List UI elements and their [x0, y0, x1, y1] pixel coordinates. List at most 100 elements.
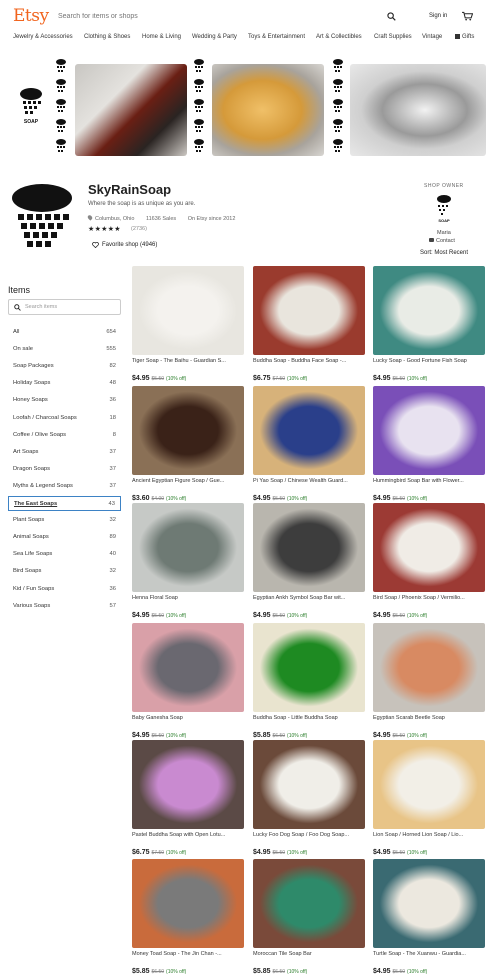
- product-card[interactable]: Egyptian Scarab Beetle Soap $4.95 $5.50 (10…: [373, 623, 485, 739]
- product-card[interactable]: Ancient Egyptian Figure Soap / Gue... $3.…: [132, 386, 244, 502]
- owner-name[interactable]: Maria: [437, 230, 451, 236]
- product-image[interactable]: [373, 266, 485, 355]
- product-image[interactable]: [373, 859, 485, 948]
- product-card[interactable]: Pi Yao Soap / Chinese Wealth Guard... $4.…: [253, 386, 365, 502]
- product-image[interactable]: [132, 266, 244, 355]
- items-heading: Items: [8, 285, 31, 295]
- product-image[interactable]: [253, 740, 365, 829]
- product-card[interactable]: Tiger Soap - The Baihu - Guardian S... $4…: [132, 266, 244, 382]
- sidebar-category[interactable]: Honey Soaps 36: [8, 393, 121, 408]
- product-title[interactable]: Henna Floral Soap: [132, 595, 244, 601]
- sidebar-category[interactable]: Coffee / Olive Soaps 8: [8, 428, 121, 443]
- product-card[interactable]: Hummingbird Soap Bar with Flower... $4.95…: [373, 386, 485, 502]
- sidebar-category[interactable]: Sea Life Soaps 40: [8, 547, 121, 562]
- sidebar-category[interactable]: Animal Soaps 89: [8, 530, 121, 545]
- product-card[interactable]: Lion Soap / Horned Lion Soap / Lio... $4.…: [373, 740, 485, 856]
- product-card[interactable]: Bird Soap / Phoenix Soap / Vermilio... $4…: [373, 503, 485, 619]
- sort-dropdown[interactable]: Sort: Most Recent: [420, 250, 468, 256]
- product-title[interactable]: Buddha Soap - Buddha Face Soap -...: [253, 358, 365, 364]
- product-image[interactable]: [373, 503, 485, 592]
- nav-vintage[interactable]: Vintage: [422, 34, 442, 40]
- product-image[interactable]: [132, 503, 244, 592]
- product-title[interactable]: Lucky Soap - Good Fortune Fish Soap: [373, 358, 485, 364]
- shop-sales[interactable]: 11636 Sales: [146, 216, 176, 222]
- sidebar-category[interactable]: Various Soaps 57: [8, 599, 121, 614]
- product-title[interactable]: Pastel Buddha Soap with Open Lotu...: [132, 832, 244, 838]
- product-title[interactable]: Buddha Soap - Little Buddha Soap: [253, 715, 365, 721]
- product-discount: (10% off): [166, 733, 187, 739]
- cart-icon[interactable]: [462, 11, 473, 21]
- product-card[interactable]: Moroccan Tile Soap Bar $5.85 $6.50 (10% off…: [253, 859, 365, 975]
- product-image[interactable]: [132, 623, 244, 712]
- favorite-shop-label: Favorite shop (4946): [102, 242, 158, 248]
- sidebar-category[interactable]: Art Soaps 37: [8, 445, 121, 460]
- product-card[interactable]: Henna Floral Soap $4.95 $5.50 (10% off): [132, 503, 244, 619]
- nav-home[interactable]: Home & Living: [142, 34, 181, 40]
- nav-craft[interactable]: Craft Supplies: [374, 34, 412, 40]
- search-input[interactable]: [58, 8, 398, 24]
- etsy-logo[interactable]: Etsy: [13, 6, 49, 26]
- product-image[interactable]: [132, 386, 244, 475]
- sidebar-category[interactable]: Plant Soaps 32: [8, 513, 121, 528]
- sidebar-category[interactable]: Soap Packages 82: [8, 359, 121, 374]
- product-image[interactable]: [253, 859, 365, 948]
- product-title[interactable]: Egyptian Ankh Symbol Soap Bar wit...: [253, 595, 365, 601]
- sign-in-link[interactable]: Sign in: [429, 13, 447, 19]
- product-card[interactable]: Pastel Buddha Soap with Open Lotu... $6.7…: [132, 740, 244, 856]
- product-image[interactable]: [373, 386, 485, 475]
- contact-button[interactable]: Contact: [429, 238, 455, 244]
- product-title[interactable]: Turtle Soap - The Xuanwu - Guardia...: [373, 951, 485, 957]
- product-card[interactable]: Turtle Soap - The Xuanwu - Guardia... $4.…: [373, 859, 485, 975]
- product-title[interactable]: Lucky Foo Dog Soap / Foo Dog Soap...: [253, 832, 365, 838]
- sidebar-category-label: Art Soaps: [13, 448, 39, 455]
- product-title[interactable]: Lion Soap / Horned Lion Soap / Lio...: [373, 832, 485, 838]
- product-card[interactable]: Lucky Soap - Good Fortune Fish Soap $4.95…: [373, 266, 485, 382]
- product-discount: (10% off): [166, 613, 187, 619]
- product-card[interactable]: Baby Ganesha Soap $4.95 $5.50 (10% off): [132, 623, 244, 739]
- product-title[interactable]: Moroccan Tile Soap Bar: [253, 951, 365, 957]
- product-title[interactable]: Pi Yao Soap / Chinese Wealth Guard...: [253, 478, 365, 484]
- owner-avatar[interactable]: SOAP: [436, 194, 452, 224]
- product-image[interactable]: [373, 623, 485, 712]
- nav-clothing[interactable]: Clothing & Shoes: [84, 34, 130, 40]
- product-image[interactable]: [132, 740, 244, 829]
- sidebar-category[interactable]: Myths & Legend Soaps 37: [8, 479, 121, 494]
- product-image[interactable]: [132, 859, 244, 948]
- product-card[interactable]: Buddha Soap - Little Buddha Soap $5.85 $6.…: [253, 623, 365, 739]
- rating-stars[interactable]: ★★★★★: [88, 225, 121, 233]
- product-card[interactable]: Buddha Soap - Buddha Face Soap -... $6.75…: [253, 266, 365, 382]
- product-image[interactable]: [373, 740, 485, 829]
- nav-toys[interactable]: Toys & Entertainment: [248, 34, 305, 40]
- review-count[interactable]: (2736): [131, 226, 147, 232]
- sidebar-category[interactable]: Holiday Soaps 48: [8, 376, 121, 391]
- product-card[interactable]: Lucky Foo Dog Soap / Foo Dog Soap... $4.9…: [253, 740, 365, 856]
- sidebar-category[interactable]: Loofah / Charcoal Soaps 18: [8, 411, 121, 426]
- product-title[interactable]: Bird Soap / Phoenix Soap / Vermilio...: [373, 595, 485, 601]
- product-image[interactable]: [253, 623, 365, 712]
- sidebar-category[interactable]: Kid / Fun Soaps 36: [8, 582, 121, 597]
- nav-jewelry[interactable]: Jewelry & Accessories: [13, 34, 73, 40]
- product-title[interactable]: Ancient Egyptian Figure Soap / Gue...: [132, 478, 244, 484]
- sidebar-category[interactable]: The East Soaps 43: [8, 496, 121, 511]
- sidebar-category[interactable]: All 654: [8, 325, 121, 340]
- product-title[interactable]: Hummingbird Soap Bar with Flower...: [373, 478, 485, 484]
- product-card[interactable]: Money Toad Soap - The Jin Chan -... $5.85…: [132, 859, 244, 975]
- sidebar-category[interactable]: On sale 555: [8, 342, 121, 357]
- product-price-row: $6.75 $7.50 (10% off): [253, 367, 307, 385]
- sidebar-category[interactable]: Dragon Soaps 37: [8, 462, 121, 477]
- nav-wedding[interactable]: Wedding & Party: [192, 34, 237, 40]
- product-title[interactable]: Tiger Soap - The Baihu - Guardian S...: [132, 358, 244, 364]
- product-image[interactable]: [253, 503, 365, 592]
- product-image[interactable]: [253, 266, 365, 355]
- product-card[interactable]: Egyptian Ankh Symbol Soap Bar wit... $4.9…: [253, 503, 365, 619]
- nav-gifts[interactable]: Gifts: [455, 34, 474, 40]
- product-title[interactable]: Baby Ganesha Soap: [132, 715, 244, 721]
- search-icon[interactable]: [387, 12, 396, 21]
- items-search-field[interactable]: Search items: [8, 299, 121, 315]
- product-title[interactable]: Egyptian Scarab Beetle Soap: [373, 715, 485, 721]
- product-image[interactable]: [253, 386, 365, 475]
- favorite-shop-button[interactable]: Favorite shop (4946): [92, 242, 157, 248]
- sidebar-category[interactable]: Bird Soaps 32: [8, 564, 121, 579]
- nav-art[interactable]: Art & Collectibles: [316, 34, 362, 40]
- product-title[interactable]: Money Toad Soap - The Jin Chan -...: [132, 951, 244, 957]
